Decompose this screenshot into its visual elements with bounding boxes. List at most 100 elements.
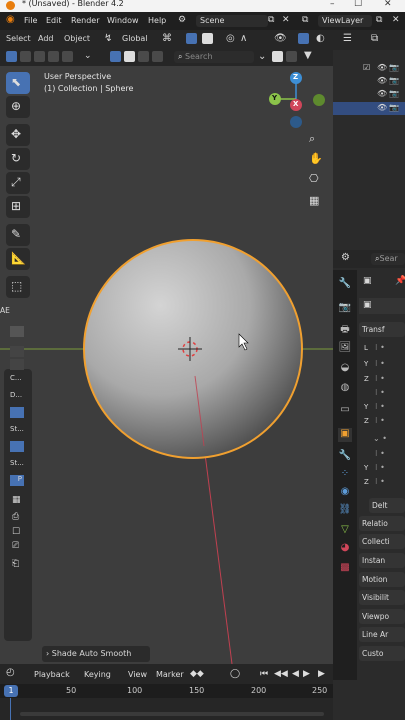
- instancing-section[interactable]: Instan: [359, 553, 405, 568]
- exclude-checkbox-icon[interactable]: ☑: [363, 63, 370, 72]
- view-menu[interactable]: View: [128, 670, 147, 679]
- particles-tab-icon[interactable]: ⁘: [338, 468, 352, 482]
- modifier-tab-icon[interactable]: 🔧: [338, 450, 352, 464]
- menu-help[interactable]: Help: [148, 16, 166, 25]
- playhead-line[interactable]: [10, 698, 11, 720]
- menu-file[interactable]: File: [24, 16, 37, 25]
- annotate-tool-icon[interactable]: ✎: [6, 224, 30, 246]
- jump-start-icon[interactable]: ⏮: [260, 669, 268, 679]
- panel-p-toggle[interactable]: P: [10, 475, 24, 486]
- output-tab-icon[interactable]: 🖶: [338, 322, 352, 336]
- panel-tab-label[interactable]: AE: [0, 306, 10, 315]
- add-cube-tool-icon[interactable]: ⬚: [6, 276, 30, 298]
- proportional-edit-icon[interactable]: ◎: [226, 33, 235, 44]
- new-scene-icon[interactable]: ⧉: [268, 15, 274, 25]
- delete-viewlayer-icon[interactable]: ✕: [392, 15, 400, 25]
- playback-menu[interactable]: Playback: [34, 670, 70, 679]
- blender-menu-icon[interactable]: ◉: [6, 14, 15, 25]
- scene-tab-icon[interactable]: ◒: [338, 362, 352, 376]
- select-invert-icon[interactable]: [48, 51, 59, 62]
- maximize-button[interactable]: ☐: [354, 0, 362, 9]
- tool-tab-icon[interactable]: 🔧: [338, 278, 352, 292]
- camera-icon[interactable]: 📷: [389, 89, 399, 98]
- object-name-row[interactable]: ▣ 📌: [359, 274, 405, 290]
- object-menu[interactable]: Object: [64, 34, 90, 43]
- custom-properties-section[interactable]: Custo: [359, 646, 405, 661]
- pin-icon[interactable]: 📌: [395, 276, 405, 286]
- viewport-search[interactable]: ⌕ Search: [174, 51, 254, 63]
- last-operator-panel[interactable]: › Shade Auto Smooth: [42, 646, 150, 662]
- close-button[interactable]: ✕: [384, 0, 392, 9]
- keyframe-dot-icon[interactable]: ⁝ •: [375, 402, 385, 411]
- pivot-icon[interactable]: ⌘: [162, 33, 172, 44]
- keyframe-dot-icon[interactable]: ⁝ •: [375, 477, 385, 486]
- panel-swatch-2[interactable]: [10, 346, 24, 357]
- move-tool-icon[interactable]: ✥: [6, 124, 30, 146]
- outliner-row[interactable]: ☑ 👁 📷: [333, 62, 405, 75]
- chevron-down-icon[interactable]: ⌄: [258, 51, 266, 62]
- timeline-scrollbar[interactable]: [20, 712, 324, 716]
- 3d-viewport[interactable]: Z Y X User Perspective (1) Collection | …: [0, 66, 333, 664]
- pan-hand-icon[interactable]: ✋: [309, 152, 323, 165]
- panel-film-icon[interactable]: ⎚: [12, 541, 19, 551]
- keyframe-dot-icon[interactable]: ⁝ •: [375, 449, 385, 458]
- outliner-row[interactable]: 👁 📷: [333, 88, 405, 101]
- keyframe-dot-icon[interactable]: ⁝ •: [375, 388, 385, 397]
- bookmark-icon[interactable]: [272, 51, 283, 62]
- collections-section[interactable]: Collecti: [359, 534, 405, 549]
- eye-icon[interactable]: 👁: [377, 89, 387, 98]
- cursor-tool-icon[interactable]: ⊕: [6, 96, 30, 118]
- texture-tab-icon[interactable]: ▩: [338, 562, 352, 576]
- keyframe-dot-icon[interactable]: ⁝ •: [375, 463, 385, 472]
- marker-menu[interactable]: Marker: [156, 670, 184, 679]
- object-tab-icon[interactable]: ▣: [338, 428, 352, 442]
- panel-swatch-3[interactable]: [10, 359, 24, 370]
- scale-tool-icon[interactable]: ⤢: [6, 172, 30, 194]
- properties-search[interactable]: ⌕Sear: [371, 253, 405, 265]
- menu-window[interactable]: Window: [107, 16, 139, 25]
- panel-grid-icon[interactable]: ▦: [12, 495, 21, 505]
- physics-tab-icon[interactable]: ◉: [338, 486, 352, 500]
- scene-selector[interactable]: Scene: [196, 15, 268, 27]
- keyframe-dot-icon[interactable]: ⁝ •: [375, 359, 385, 368]
- eye-icon[interactable]: 👁: [377, 103, 387, 112]
- filter-icon[interactable]: ▼: [304, 50, 312, 61]
- snap-toggle-icon[interactable]: [186, 33, 197, 44]
- camera-icon[interactable]: 📷: [389, 103, 399, 112]
- collection-tab-icon[interactable]: ▭: [338, 404, 352, 418]
- record-icon[interactable]: ◯: [230, 669, 240, 679]
- select-intersect-icon[interactable]: [62, 51, 73, 62]
- select-tool-icon[interactable]: ⬉: [6, 72, 30, 94]
- camera-view-icon[interactable]: ⎔: [309, 172, 319, 185]
- transform-section-header[interactable]: Transf: [359, 322, 405, 337]
- falloff-icon[interactable]: ∧: [240, 33, 247, 44]
- viewport-display-section[interactable]: Viewpo: [359, 609, 405, 624]
- select-menu[interactable]: Select: [6, 34, 31, 43]
- bookmark-add-icon[interactable]: [286, 51, 297, 62]
- orientation-selector[interactable]: Global: [118, 33, 158, 45]
- current-frame-indicator[interactable]: 1: [4, 685, 18, 697]
- keying-menu[interactable]: Keying: [84, 670, 111, 679]
- select-subtract-icon[interactable]: [34, 51, 45, 62]
- chevron-down-icon[interactable]: ⌄: [84, 51, 92, 61]
- panel-print-icon[interactable]: ⎗: [12, 559, 19, 569]
- minimize-button[interactable]: –: [330, 0, 335, 9]
- keyframe-insert-icon[interactable]: ◆◆: [190, 669, 204, 679]
- camera-icon[interactable]: 📷: [389, 76, 399, 85]
- constraints-tab-icon[interactable]: ⛓: [338, 504, 352, 518]
- line-art-section[interactable]: Line Ar: [359, 627, 405, 642]
- world-tab-icon[interactable]: ◍: [338, 382, 352, 396]
- shading-material-icon[interactable]: [138, 51, 149, 62]
- eye-icon[interactable]: 👁: [377, 63, 387, 72]
- panel-box-icon[interactable]: ☐: [12, 527, 20, 537]
- outliner-editor-icon[interactable]: ☰: [343, 33, 352, 44]
- outliner-row-selected[interactable]: 👁 📷: [333, 102, 405, 115]
- gizmo-toggle-icon[interactable]: [298, 33, 309, 44]
- panel-color-2[interactable]: [10, 441, 24, 452]
- display-mode-icon[interactable]: ⧉: [371, 33, 378, 44]
- play-reverse-icon[interactable]: ◀: [292, 669, 299, 679]
- delete-scene-icon[interactable]: ✕: [282, 15, 290, 25]
- delta-transform-section[interactable]: Delt: [369, 498, 405, 513]
- keyframe-dot-icon[interactable]: ⁝ •: [375, 374, 385, 383]
- panel-label-c[interactable]: C...: [10, 374, 22, 382]
